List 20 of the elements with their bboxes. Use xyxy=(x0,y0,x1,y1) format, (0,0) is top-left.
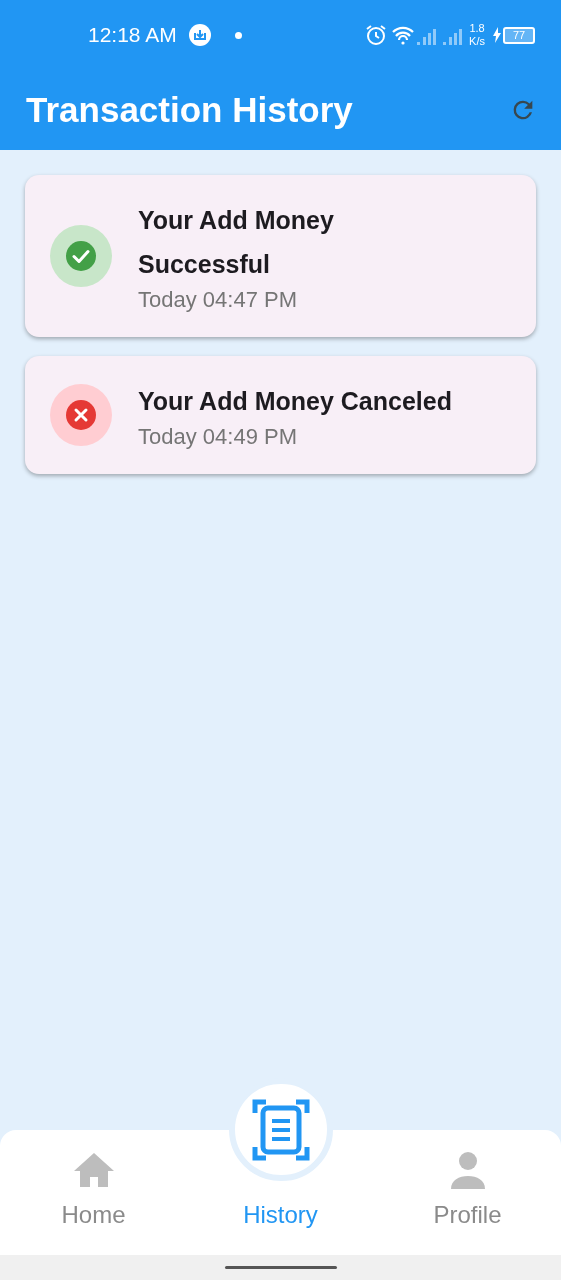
dot-icon xyxy=(234,31,242,39)
transaction-card[interactable]: Your Add Money Canceled Today 04:49 PM xyxy=(25,356,536,474)
transaction-title: Your Add Money Canceled xyxy=(138,386,452,417)
download-icon xyxy=(188,24,211,46)
charging-icon xyxy=(493,27,501,43)
transaction-time: Today 04:49 PM xyxy=(138,423,298,451)
alarm-icon xyxy=(365,24,388,46)
wifi-icon xyxy=(391,25,416,45)
nav-tab[interactable]: Home xyxy=(0,1130,187,1255)
network-speed-unit: K/s xyxy=(469,35,485,48)
transaction-card[interactable]: Your Add Money Successful Today 04:47 PM xyxy=(25,175,536,337)
network-speed-value: 1.8 xyxy=(469,22,485,35)
page-title: Transaction History xyxy=(26,88,353,131)
transaction-title: Your Add Money Successful xyxy=(138,205,334,280)
transaction-time: Today 04:47 PM xyxy=(138,286,298,314)
clock-time: 12:18 AM xyxy=(88,22,177,49)
document-scan-icon xyxy=(251,1098,310,1161)
battery-indicator: 77 xyxy=(503,26,535,44)
nav-tab[interactable]: Profile xyxy=(374,1130,561,1255)
nav-tab[interactable]: History xyxy=(187,1078,374,1255)
